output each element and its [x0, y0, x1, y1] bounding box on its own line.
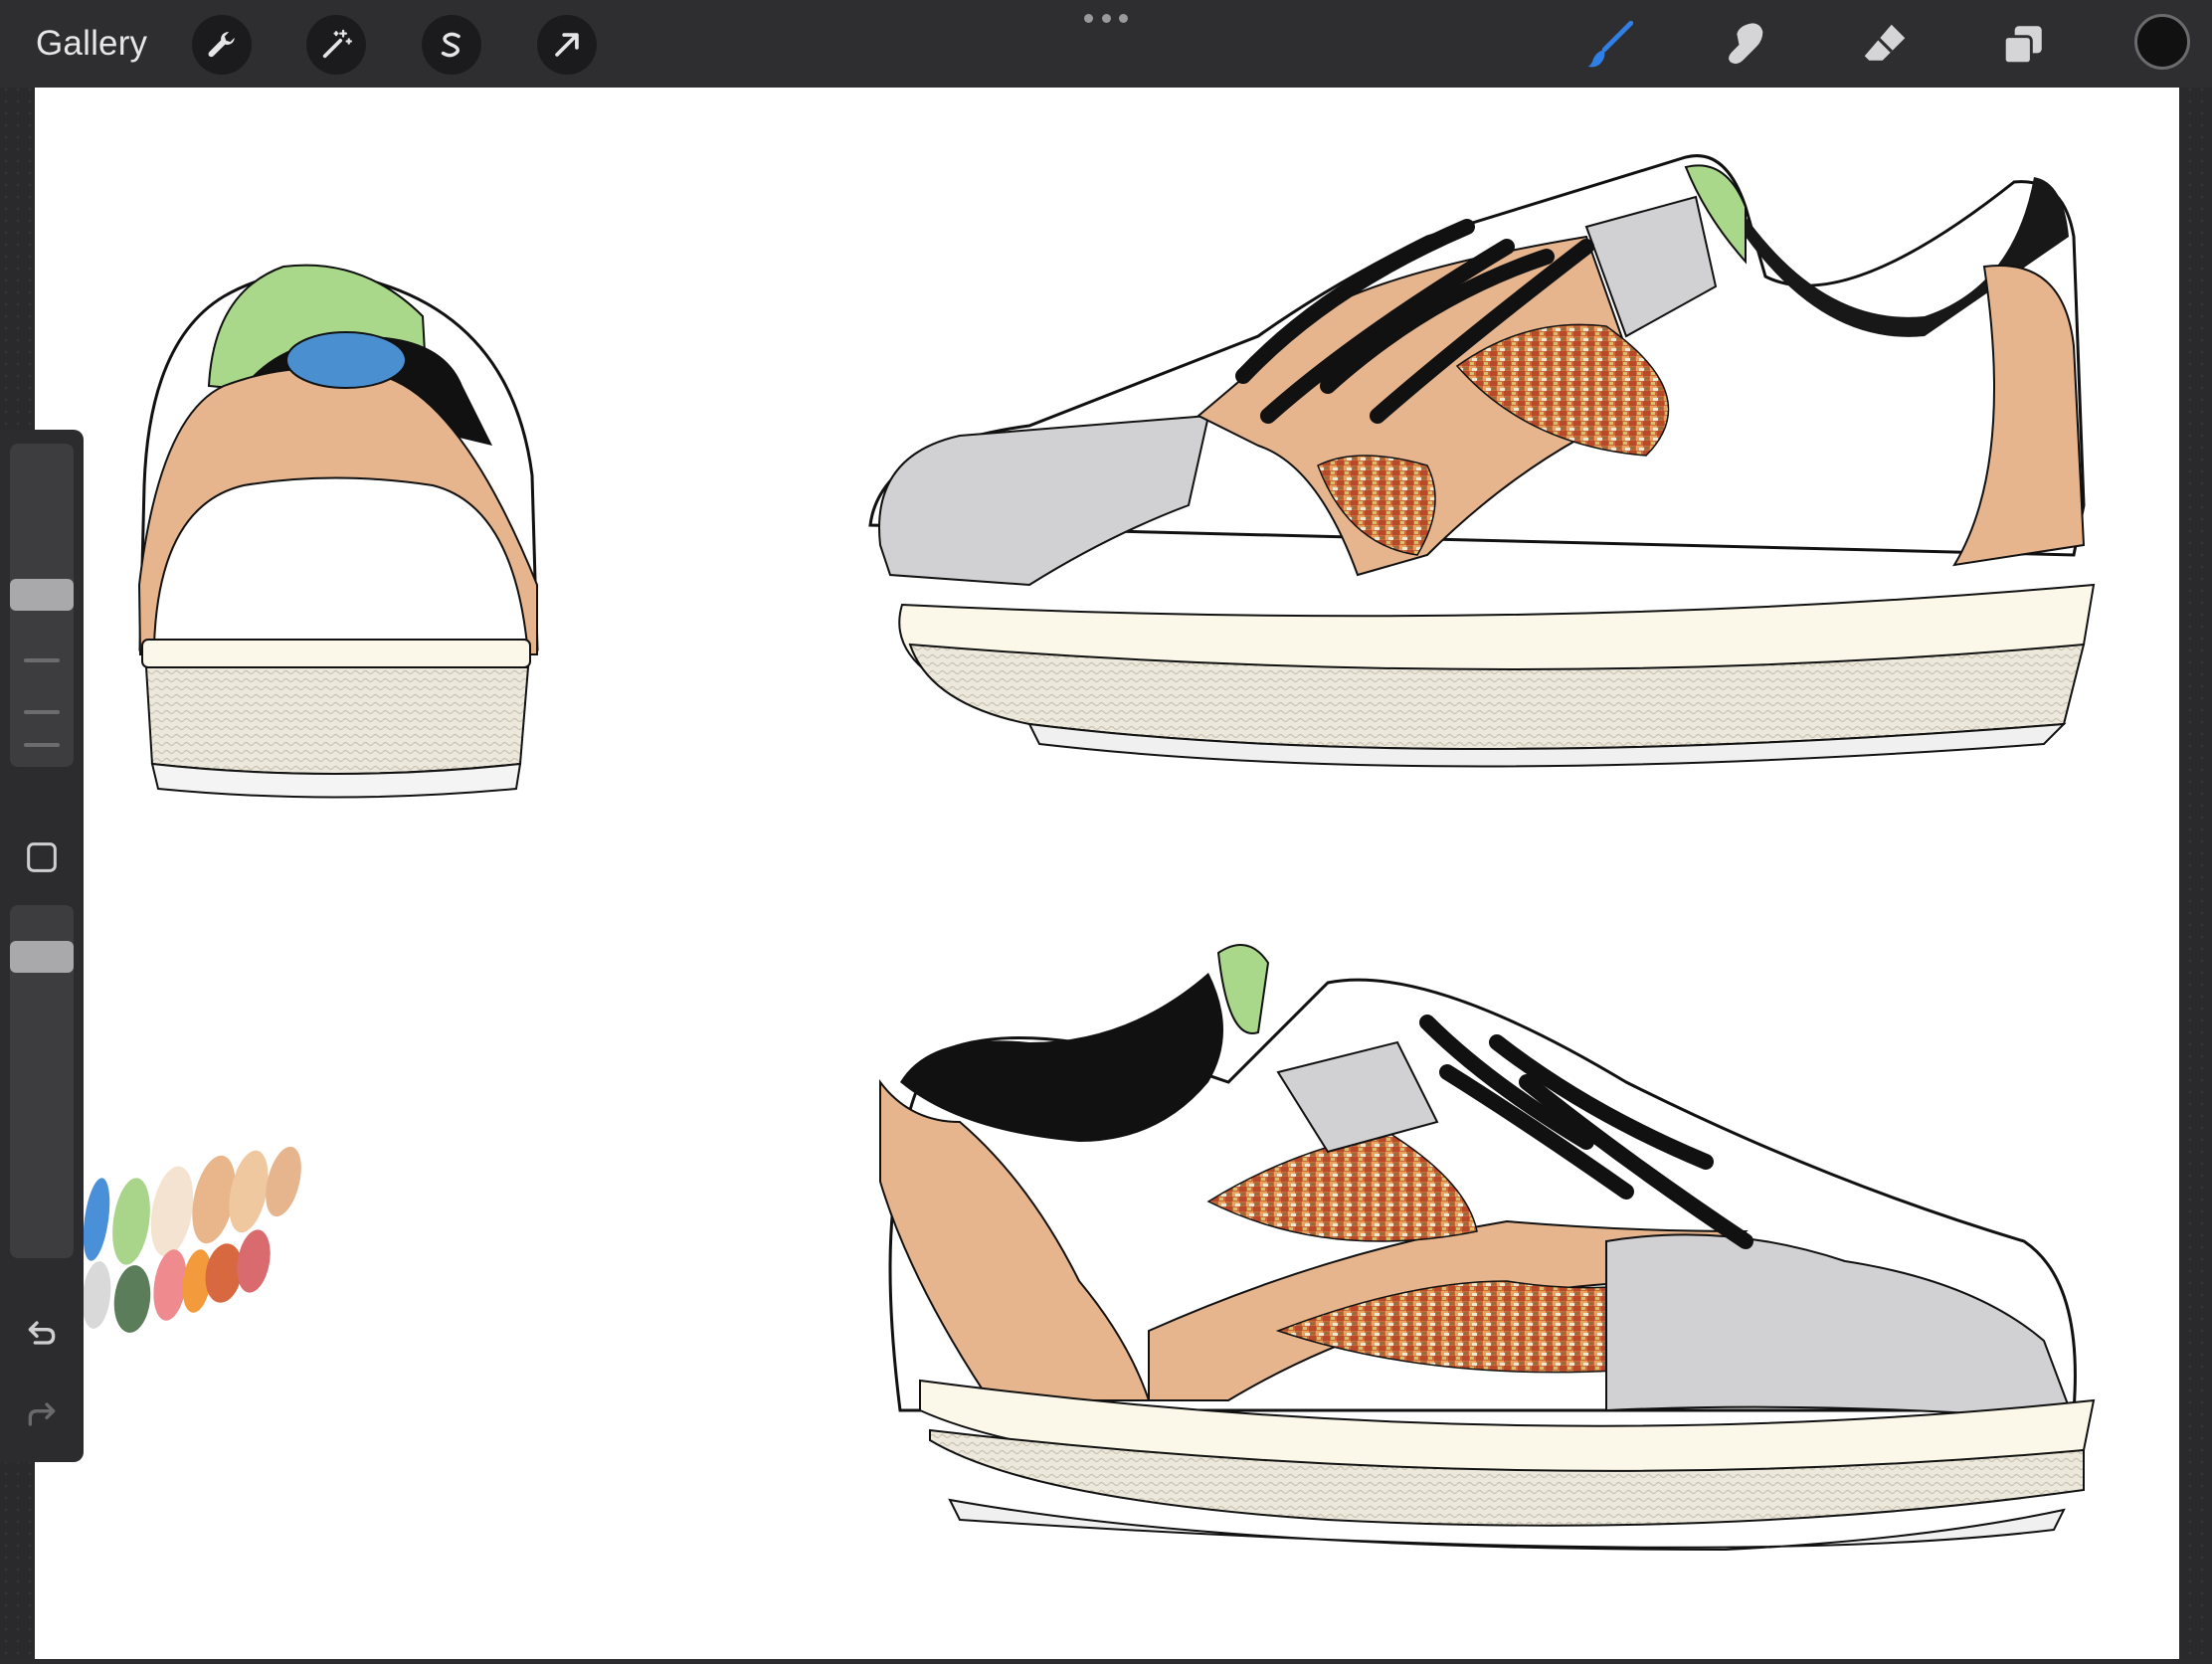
modify-square-icon[interactable]: [14, 830, 70, 885]
brush-icon[interactable]: [1578, 14, 1640, 76]
rear-view-sneaker: [137, 264, 539, 799]
top-toolbar: Gallery: [0, 0, 2212, 88]
brush-size-thumb[interactable]: [10, 579, 74, 611]
slider-tick: [24, 710, 60, 714]
magic-wand-icon[interactable]: [306, 15, 366, 75]
selection-s-icon[interactable]: [422, 15, 481, 75]
sneaker-artwork: [82, 154, 2096, 1552]
color-picker-button[interactable]: [2134, 14, 2190, 70]
layers-icon[interactable]: [1992, 14, 2054, 76]
gallery-button[interactable]: Gallery: [36, 20, 147, 68]
slider-tick: [24, 658, 60, 662]
wrench-icon[interactable]: [192, 15, 252, 75]
color-swatch-blobs: [82, 1146, 301, 1333]
opacity-thumb[interactable]: [10, 941, 74, 973]
drawing-canvas[interactable]: [35, 88, 2179, 1659]
side-view-sneaker-right: [868, 154, 2096, 768]
smudge-finger-icon[interactable]: [1715, 14, 1776, 76]
slider-tick: [24, 743, 60, 747]
undo-icon[interactable]: [14, 1305, 70, 1361]
left-sidebar: [0, 430, 84, 1462]
arrow-cursor-icon[interactable]: [537, 15, 597, 75]
side-view-sneaker-left: [879, 944, 2096, 1552]
more-options-icon[interactable]: [1084, 14, 1128, 26]
redo-icon[interactable]: [14, 1387, 70, 1442]
eraser-icon[interactable]: [1854, 14, 1916, 76]
